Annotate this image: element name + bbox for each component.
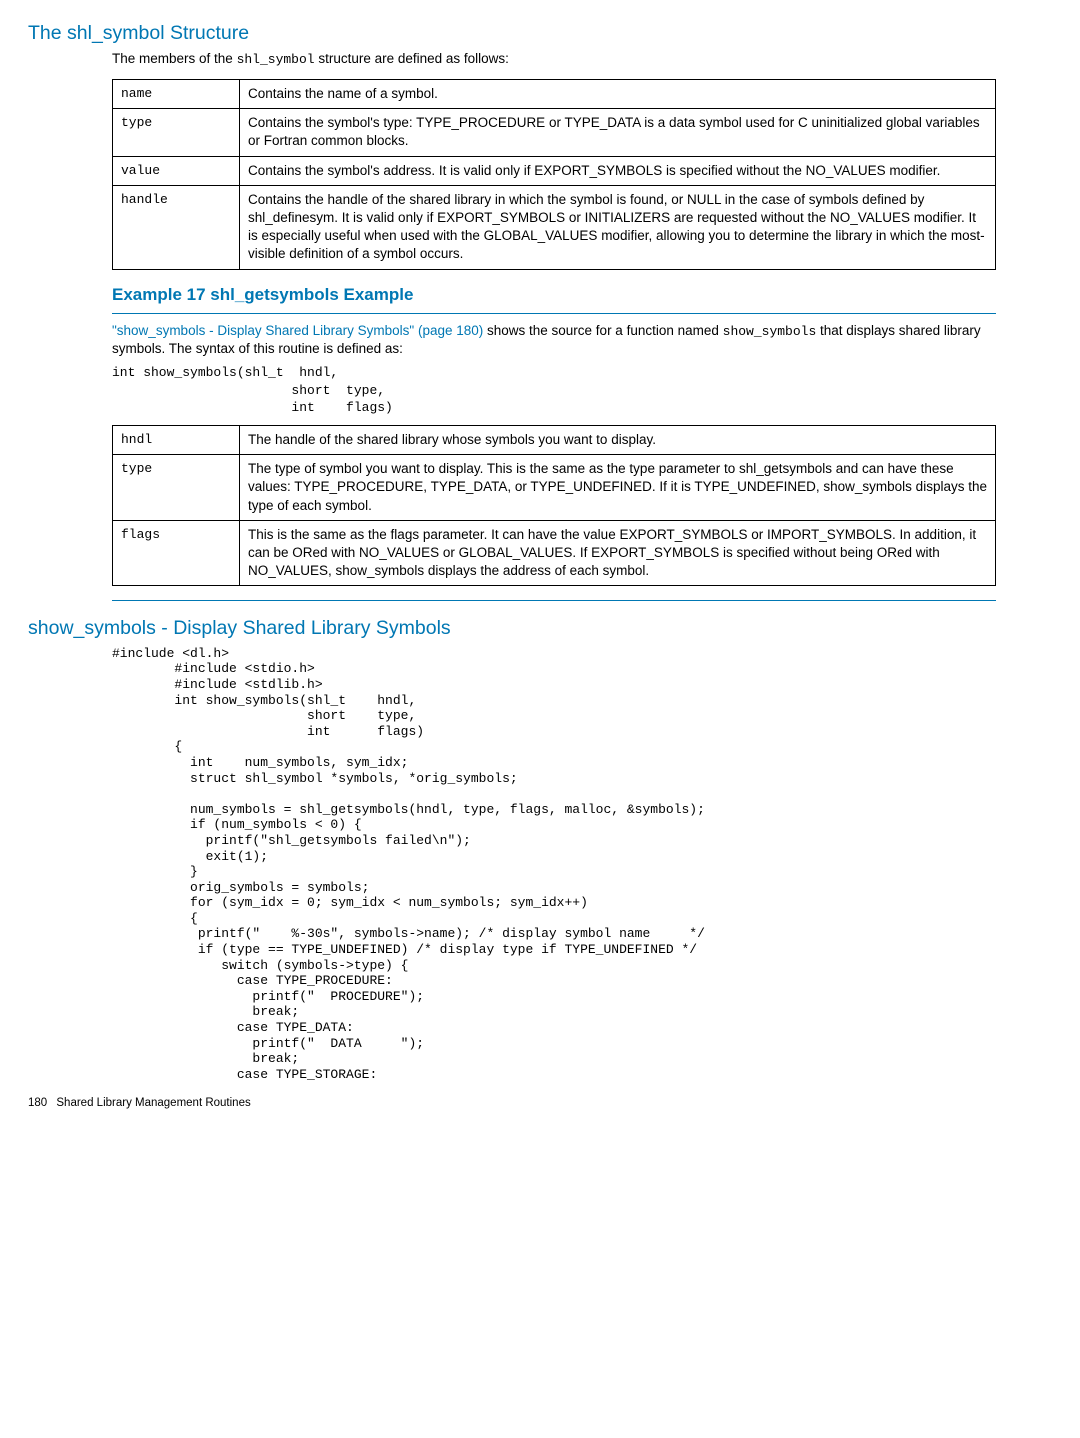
table-row: typeThe type of symbol you want to displ… <box>113 455 996 521</box>
section-title-show-symbols: show_symbols - Display Shared Library Sy… <box>28 615 996 641</box>
table-val: Contains the name of a symbol. <box>240 79 996 108</box>
para-code: show_symbols <box>723 324 817 339</box>
table-val: Contains the symbol's address. It is val… <box>240 156 996 185</box>
table-row: flagsThis is the same as the flags param… <box>113 520 996 586</box>
para-tail: shows the source for a function named <box>483 323 722 338</box>
footer-text: Shared Library Management Routines <box>56 1097 250 1109</box>
table-row: typeContains the symbol's type: TYPE_PRO… <box>113 109 996 156</box>
intro-post: structure are defined as follows: <box>315 51 509 66</box>
rule <box>112 313 996 314</box>
table-val: Contains the handle of the shared librar… <box>240 185 996 269</box>
intro-pre: The members of the <box>112 51 237 66</box>
table-key: handle <box>113 185 240 269</box>
shl-symbol-table: nameContains the name of a symbol. typeC… <box>112 79 996 270</box>
table-val: The type of symbol you want to display. … <box>240 455 996 521</box>
table-key: type <box>113 109 240 156</box>
page-number: 180 <box>28 1096 47 1112</box>
link-show-symbols[interactable]: "show_symbols - Display Shared Library S… <box>112 323 483 338</box>
show-symbols-params-table: hndlThe handle of the shared library who… <box>112 425 996 587</box>
table-val: The handle of the shared library whose s… <box>240 425 996 454</box>
signature-block: int show_symbols(shl_t hndl, short type,… <box>112 364 996 417</box>
table-key: flags <box>113 520 240 586</box>
table-val: Contains the symbol's type: TYPE_PROCEDU… <box>240 109 996 156</box>
rule <box>112 600 996 601</box>
table-row: nameContains the name of a symbol. <box>113 79 996 108</box>
table-key: hndl <box>113 425 240 454</box>
table-row: hndlThe handle of the shared library who… <box>113 425 996 454</box>
table-val: This is the same as the flags parameter.… <box>240 520 996 586</box>
intro-text: The members of the shl_symbol structure … <box>112 50 996 69</box>
table-key: name <box>113 79 240 108</box>
table-key: value <box>113 156 240 185</box>
table-key: type <box>113 455 240 521</box>
code-listing: #include <dl.h> #include <stdio.h> #incl… <box>112 646 996 1083</box>
page-footer: 180 Shared Library Management Routines <box>28 1096 996 1112</box>
section-title-shl-symbol: The shl_symbol Structure <box>28 20 996 46</box>
example-heading: Example 17 shl_getsymbols Example <box>112 284 996 307</box>
table-row: handleContains the handle of the shared … <box>113 185 996 269</box>
table-row: valueContains the symbol's address. It i… <box>113 156 996 185</box>
intro-code: shl_symbol <box>237 52 315 67</box>
example-para: "show_symbols - Display Shared Library S… <box>112 322 996 359</box>
